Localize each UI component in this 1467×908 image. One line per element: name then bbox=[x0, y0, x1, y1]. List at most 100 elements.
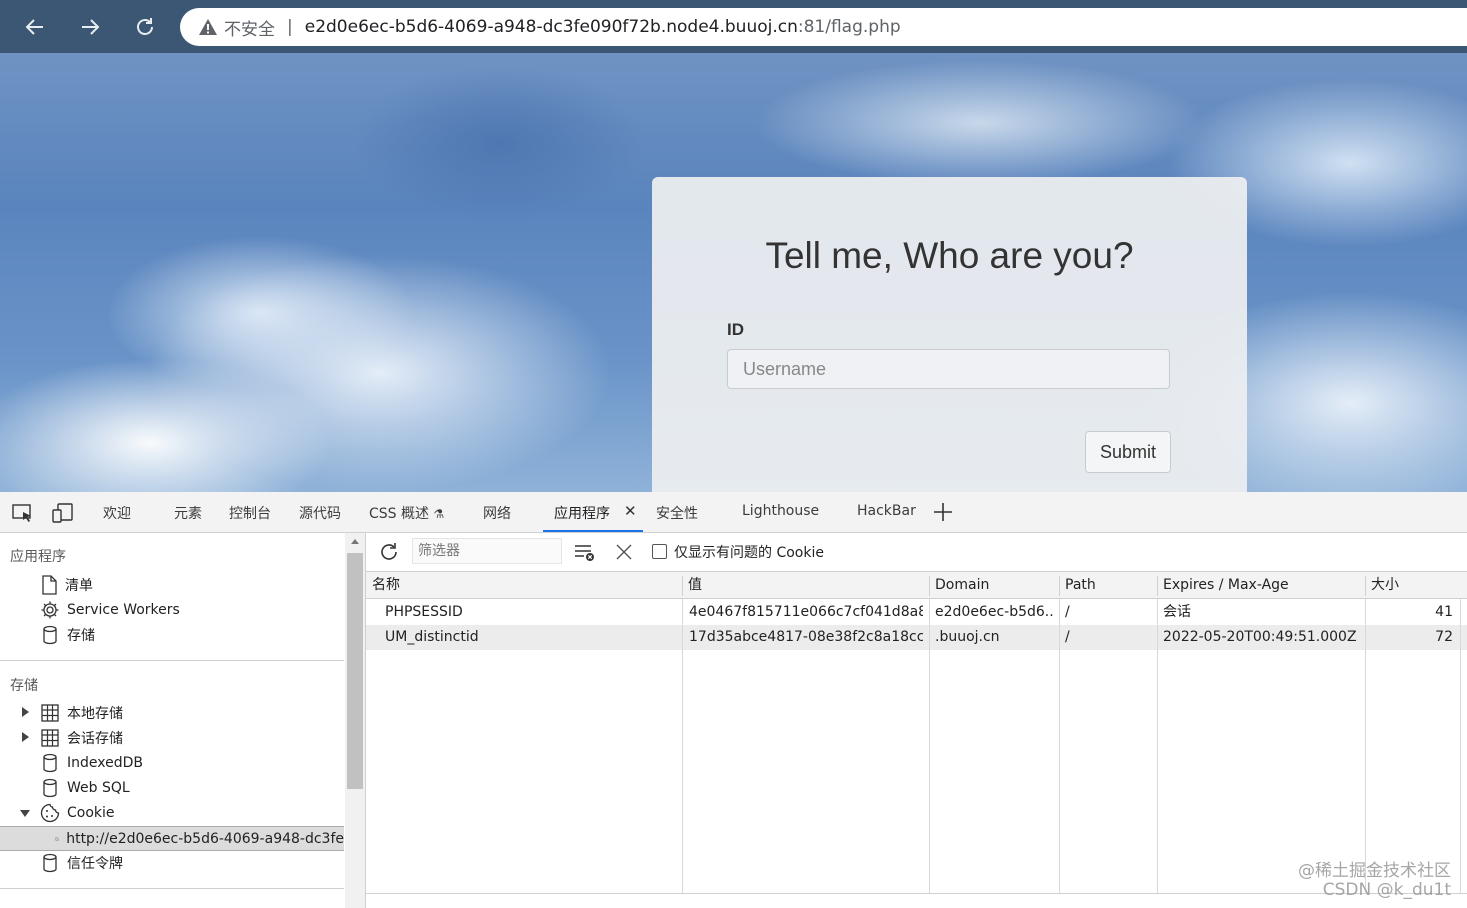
back-button[interactable] bbox=[20, 12, 50, 42]
sidebar-item-cookie-origin[interactable]: http://e2d0e6ec-b5d6-4069-a948-dc3fe bbox=[0, 826, 344, 851]
tab-sources[interactable]: 源代码 bbox=[299, 503, 341, 523]
column-header-domain[interactable]: Domain bbox=[929, 572, 1059, 599]
gear-icon bbox=[41, 601, 59, 619]
column-gridline bbox=[1365, 599, 1366, 894]
warning-triangle-icon[interactable] bbox=[198, 18, 218, 36]
sidebar-item-local-storage[interactable]: 本地存储 bbox=[40, 701, 123, 725]
security-label[interactable]: 不安全 bbox=[224, 15, 275, 40]
table-row[interactable]: UM_distinctid 17d35abce4817-08e38f2c8a18… bbox=[366, 625, 1467, 650]
cookie-path: / bbox=[1065, 604, 1070, 620]
sidebar-item-label: Service Workers bbox=[67, 602, 180, 618]
column-header-size[interactable]: 大小 bbox=[1365, 572, 1467, 599]
clear-filtered-icon[interactable] bbox=[573, 542, 597, 562]
expand-triangle-icon[interactable] bbox=[22, 707, 29, 717]
tab-elements[interactable]: 元素 bbox=[174, 503, 202, 523]
scrollbar-thumb[interactable] bbox=[347, 553, 363, 789]
sidebar-item-label: Web SQL bbox=[67, 780, 130, 796]
database-icon bbox=[43, 853, 57, 873]
cookie-icon bbox=[55, 836, 60, 841]
column-divider[interactable] bbox=[682, 576, 683, 596]
inspect-element-icon[interactable] bbox=[11, 502, 35, 524]
plus-icon[interactable] bbox=[931, 501, 955, 523]
tab-security[interactable]: 安全性 bbox=[656, 503, 698, 523]
url-path: :81/flag.php bbox=[797, 17, 901, 37]
column-gridline bbox=[682, 599, 683, 894]
column-gridline bbox=[1460, 599, 1461, 894]
page-viewport: Tell me, Who are you? ID Submit bbox=[0, 53, 1467, 492]
column-divider[interactable] bbox=[1157, 576, 1158, 596]
tab-application[interactable]: 应用程序 ✕ bbox=[543, 492, 643, 532]
table-row[interactable]: PHPSESSID 4e0467f815711e066c7cf041d8a8..… bbox=[366, 600, 1467, 625]
sidebar-item-cookie[interactable]: Cookie bbox=[40, 801, 115, 825]
sidebar-scrollbar[interactable] bbox=[345, 533, 366, 908]
url-host: e2d0e6ec-b5d6-4069-a948-dc3fe090f72b.nod… bbox=[304, 17, 798, 37]
tab-network[interactable]: 网络 bbox=[483, 503, 511, 523]
sidebar-item-label: 清单 bbox=[65, 578, 93, 594]
sidebar-item-indexeddb[interactable]: IndexedDB bbox=[40, 751, 143, 775]
sidebar-item-manifest[interactable]: 清单 bbox=[40, 573, 93, 597]
sidebar-divider bbox=[0, 888, 344, 889]
sidebar-item-label: 存储 bbox=[67, 628, 95, 644]
username-input[interactable] bbox=[727, 349, 1170, 389]
database-icon bbox=[43, 625, 57, 645]
forward-button[interactable] bbox=[75, 12, 105, 42]
cookie-value: 17d35abce4817-08e38f2c8a18cc-... bbox=[689, 629, 923, 645]
section-title-storage: 存储 bbox=[10, 678, 38, 694]
expand-triangle-icon[interactable] bbox=[22, 732, 29, 742]
database-icon bbox=[43, 778, 57, 798]
cookie-expires: 会话 bbox=[1163, 604, 1191, 620]
page-title: Tell me, Who are you? bbox=[765, 235, 1134, 276]
cookie-toolbar: 仅显示有问题的 Cookie bbox=[366, 533, 1467, 572]
flask-icon: ⚗ bbox=[433, 507, 445, 521]
sidebar-item-service-workers[interactable]: Service Workers bbox=[40, 598, 180, 622]
column-divider[interactable] bbox=[929, 576, 930, 596]
column-header-value[interactable]: 值 bbox=[682, 572, 929, 599]
browser-toolbar: 不安全 | e2d0e6ec-b5d6-4069-a948-dc3fe090f7… bbox=[0, 0, 1467, 53]
filter-input[interactable] bbox=[412, 538, 562, 564]
reload-icon bbox=[137, 18, 153, 35]
column-divider[interactable] bbox=[1059, 576, 1060, 596]
refresh-icon[interactable] bbox=[377, 540, 401, 564]
forward-arrow-icon bbox=[82, 19, 100, 35]
section-title-application: 应用程序 bbox=[10, 549, 66, 565]
watermark-line: @稀土掘金技术社区 bbox=[1298, 861, 1451, 881]
issues-only-checkbox[interactable] bbox=[652, 544, 667, 559]
submit-button[interactable]: Submit bbox=[1085, 431, 1171, 473]
sidebar-item-label: http://e2d0e6ec-b5d6-4069-a948-dc3fe bbox=[66, 830, 344, 847]
watermark-line: CSDN @k_du1t bbox=[1322, 880, 1451, 900]
reload-button[interactable] bbox=[130, 12, 160, 42]
watermark: @稀土掘金技术社区 CSDN @k_du1t bbox=[1298, 862, 1451, 900]
column-header-expires[interactable]: Expires / Max-Age bbox=[1157, 572, 1365, 599]
column-gridline bbox=[929, 599, 930, 894]
tab-welcome[interactable]: 欢迎 bbox=[103, 503, 131, 523]
cookie-size: 41 bbox=[1435, 604, 1453, 620]
tab-console[interactable]: 控制台 bbox=[229, 503, 271, 523]
sidebar-item-web-sql[interactable]: Web SQL bbox=[40, 776, 130, 800]
column-header-name[interactable]: 名称 bbox=[366, 572, 682, 599]
tab-lighthouse[interactable]: Lighthouse bbox=[742, 503, 819, 519]
column-gridline bbox=[1157, 599, 1158, 894]
address-bar[interactable]: 不安全 | e2d0e6ec-b5d6-4069-a948-dc3fe090f7… bbox=[180, 8, 1467, 46]
tab-css-overview[interactable]: CSS 概述 ⚗ bbox=[369, 503, 444, 523]
sidebar-item-trust-tokens[interactable]: 信任令牌 bbox=[40, 851, 123, 875]
cookie-path: / bbox=[1065, 629, 1070, 645]
column-header-path[interactable]: Path bbox=[1059, 572, 1157, 599]
tab-hackbar[interactable]: HackBar bbox=[857, 503, 916, 519]
collapse-triangle-icon[interactable] bbox=[20, 810, 30, 817]
tab-css-overview-label: CSS 概述 bbox=[369, 506, 429, 522]
delete-x-icon[interactable] bbox=[615, 543, 633, 561]
sidebar-item-storage[interactable]: 存储 bbox=[40, 623, 95, 647]
close-icon[interactable]: ✕ bbox=[624, 502, 637, 520]
scroll-up-icon[interactable] bbox=[350, 537, 360, 545]
document-icon bbox=[42, 575, 57, 595]
device-emulation-icon[interactable] bbox=[50, 502, 74, 524]
sidebar-item-label: 本地存储 bbox=[67, 706, 123, 722]
url-separator: | bbox=[287, 17, 293, 37]
cookie-name: UM_distinctid bbox=[385, 629, 479, 645]
sidebar-divider bbox=[0, 660, 344, 661]
devtools-tabbar: 欢迎 元素 控制台 源代码 CSS 概述 ⚗ 网络 应用程序 ✕ 安全性 Lig… bbox=[0, 492, 1467, 533]
cookie-domain: e2d0e6ec-b5d6... bbox=[935, 604, 1055, 620]
column-divider[interactable] bbox=[1365, 576, 1366, 596]
sidebar-item-session-storage[interactable]: 会话存储 bbox=[40, 726, 123, 750]
cookie-value: 4e0467f815711e066c7cf041d8a8... bbox=[689, 604, 923, 620]
